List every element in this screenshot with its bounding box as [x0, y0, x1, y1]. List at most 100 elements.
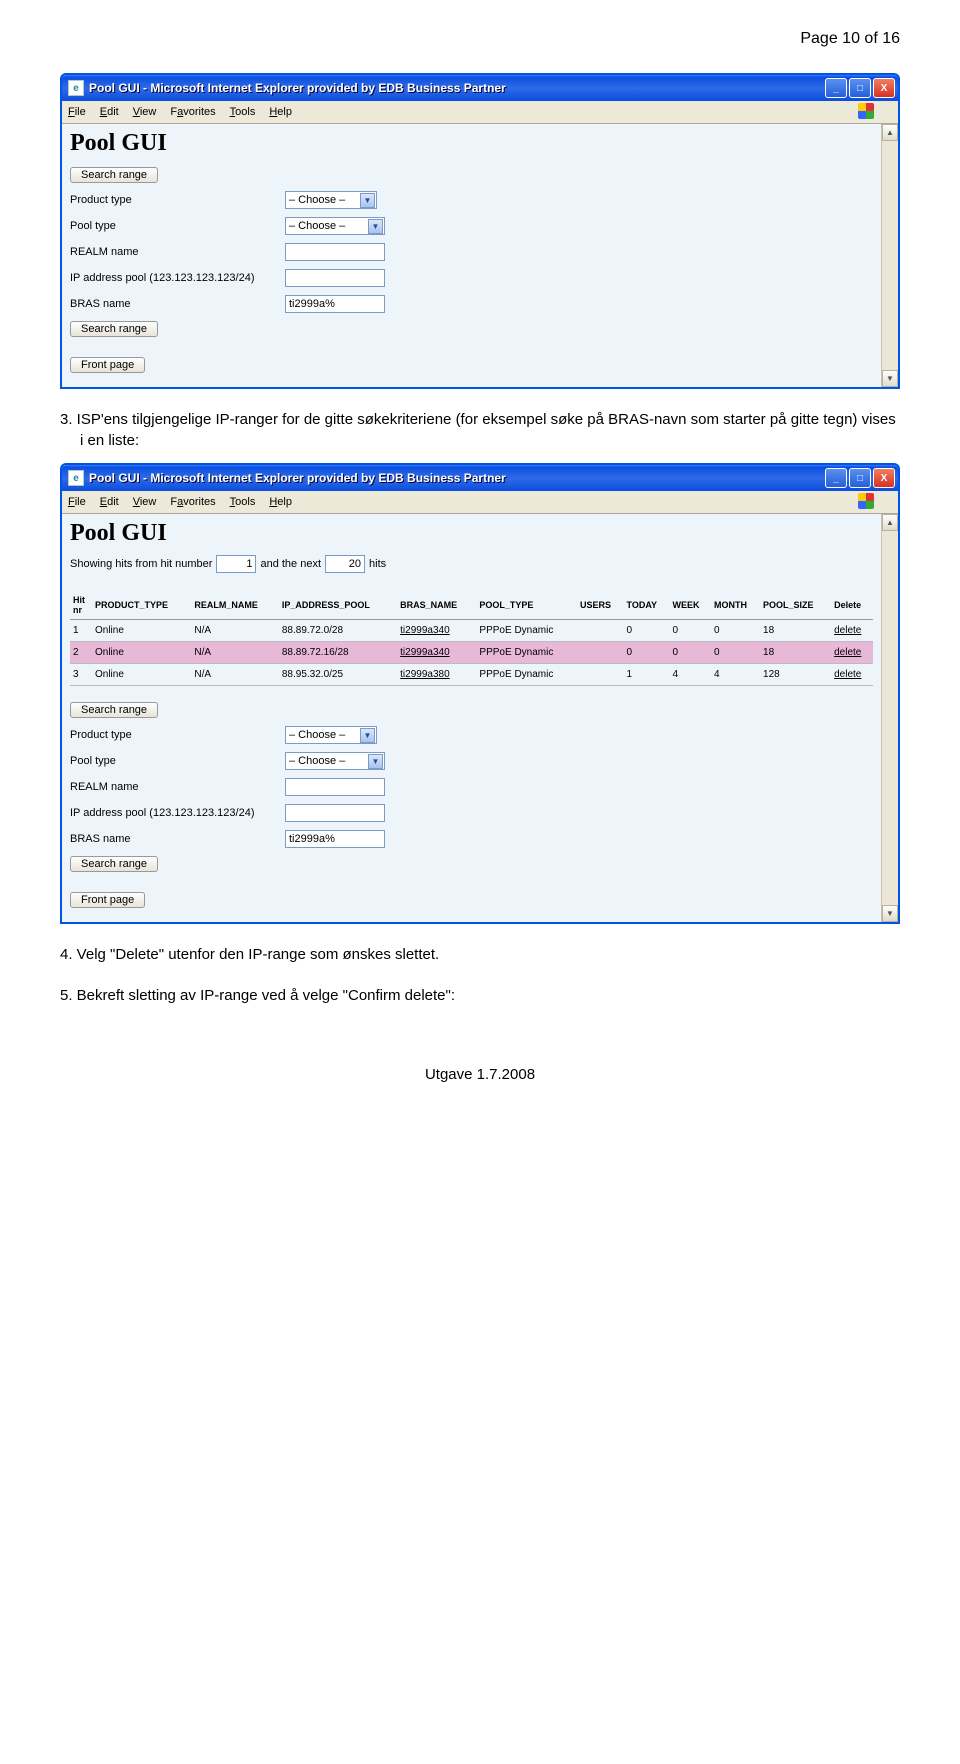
close-button[interactable]: X: [873, 468, 895, 488]
search-range-button-bottom[interactable]: Search range: [70, 321, 158, 337]
label-realm-name: REALM name: [70, 246, 285, 258]
close-button[interactable]: X: [873, 78, 895, 98]
th-hit: Hit nr: [70, 591, 92, 620]
label-pool-type: Pool type: [70, 755, 285, 767]
cell-week: 4: [669, 664, 711, 686]
results-table: Hit nr PRODUCT_TYPE REALM_NAME IP_ADDRES…: [70, 591, 873, 686]
label-bras-name: BRAS name: [70, 298, 285, 310]
table-header-row: Hit nr PRODUCT_TYPE REALM_NAME IP_ADDRES…: [70, 591, 873, 620]
table-row: 1OnlineN/A88.89.72.0/28ti2999a340PPPoE D…: [70, 620, 873, 642]
window-title: Pool GUI - Microsoft Internet Explorer p…: [89, 81, 825, 95]
chevron-down-icon: ▼: [368, 219, 383, 234]
pool-type-select[interactable]: – Choose – ▼: [285, 752, 385, 770]
bras-link[interactable]: ti2999a340: [400, 647, 450, 658]
th-week: WEEK: [669, 591, 711, 620]
cell-pool: 88.89.72.16/28: [279, 642, 397, 664]
cell-bras: ti2999a340: [397, 620, 476, 642]
scroll-up-icon[interactable]: ▲: [882, 514, 898, 531]
hit-from-input[interactable]: 1: [216, 555, 256, 573]
app-title: Pool GUI: [70, 130, 873, 157]
th-size: POOL_SIZE: [760, 591, 831, 620]
cell-hit: 1: [70, 620, 92, 642]
ie-window-results: e Pool GUI - Microsoft Internet Explorer…: [60, 463, 900, 924]
menu-view[interactable]: View: [133, 106, 157, 118]
bras-name-input[interactable]: ti2999a%: [285, 830, 385, 848]
cell-month: 4: [711, 664, 760, 686]
cell-today: 1: [624, 664, 670, 686]
label-pool-type: Pool type: [70, 220, 285, 232]
cell-month: 0: [711, 620, 760, 642]
realm-name-input[interactable]: [285, 778, 385, 796]
th-month: MONTH: [711, 591, 760, 620]
minimize-button[interactable]: _: [825, 78, 847, 98]
bras-name-input[interactable]: ti2999a%: [285, 295, 385, 313]
menu-favorites[interactable]: Favorites: [170, 106, 215, 118]
front-page-button[interactable]: Front page: [70, 357, 145, 373]
delete-link[interactable]: delete: [834, 647, 861, 658]
cell-realm: N/A: [191, 642, 278, 664]
page-footer: Utgave 1.7.2008: [60, 1066, 900, 1083]
cell-bras: ti2999a340: [397, 642, 476, 664]
ie-icon: e: [68, 80, 84, 96]
windows-flag-icon: [858, 103, 878, 121]
cell-hit: 2: [70, 642, 92, 664]
search-range-button-top[interactable]: Search range: [70, 702, 158, 718]
minimize-button[interactable]: _: [825, 468, 847, 488]
maximize-button[interactable]: □: [849, 468, 871, 488]
scroll-down-icon[interactable]: ▼: [882, 905, 898, 922]
cell-bras: ti2999a380: [397, 664, 476, 686]
menu-tools[interactable]: Tools: [230, 106, 256, 118]
cell-users: [577, 620, 624, 642]
product-type-select[interactable]: – Choose – ▼: [285, 191, 377, 209]
paragraph-4: 4. Velg "Delete" utenfor den IP-range so…: [60, 944, 900, 965]
menu-help[interactable]: Help: [269, 106, 292, 118]
chevron-down-icon: ▼: [368, 754, 383, 769]
ie-window-search: e Pool GUI - Microsoft Internet Explorer…: [60, 73, 900, 389]
th-pooltype: POOL_TYPE: [476, 591, 577, 620]
menu-favorites[interactable]: Favorites: [170, 496, 215, 508]
cell-hit: 3: [70, 664, 92, 686]
vertical-scrollbar[interactable]: ▲ ▼: [881, 124, 898, 387]
chevron-down-icon: ▼: [360, 193, 375, 208]
delete-link[interactable]: delete: [834, 625, 861, 636]
cell-product: Online: [92, 664, 191, 686]
label-bras-name: BRAS name: [70, 833, 285, 845]
product-type-value: – Choose –: [289, 729, 345, 741]
menu-tools[interactable]: Tools: [230, 496, 256, 508]
search-range-button-top[interactable]: Search range: [70, 167, 158, 183]
menu-file[interactable]: File: [68, 496, 86, 508]
cell-del: delete: [831, 620, 873, 642]
ip-pool-input[interactable]: [285, 269, 385, 287]
scroll-down-icon[interactable]: ▼: [882, 370, 898, 387]
search-range-button-bottom[interactable]: Search range: [70, 856, 158, 872]
menu-file[interactable]: File: [68, 106, 86, 118]
ie-icon: e: [68, 470, 84, 486]
scroll-up-icon[interactable]: ▲: [882, 124, 898, 141]
pool-type-select[interactable]: – Choose – ▼: [285, 217, 385, 235]
cell-ptype: PPPoE Dynamic: [476, 664, 577, 686]
front-page-button[interactable]: Front page: [70, 892, 145, 908]
cell-today: 0: [624, 620, 670, 642]
th-bras: BRAS_NAME: [397, 591, 476, 620]
cell-pool: 88.95.32.0/25: [279, 664, 397, 686]
menu-edit[interactable]: Edit: [100, 496, 119, 508]
maximize-button[interactable]: □: [849, 78, 871, 98]
delete-link[interactable]: delete: [834, 669, 861, 680]
bras-link[interactable]: ti2999a380: [400, 669, 450, 680]
ip-pool-input[interactable]: [285, 804, 385, 822]
vertical-scrollbar[interactable]: ▲ ▼: [881, 514, 898, 922]
bras-link[interactable]: ti2999a340: [400, 625, 450, 636]
cell-del: delete: [831, 664, 873, 686]
showing-mid: and the next: [260, 558, 321, 570]
cell-del: delete: [831, 642, 873, 664]
cell-month: 0: [711, 642, 760, 664]
th-pool: IP_ADDRESS_POOL: [279, 591, 397, 620]
cell-size: 18: [760, 642, 831, 664]
product-type-select[interactable]: – Choose – ▼: [285, 726, 377, 744]
hit-count-input[interactable]: 20: [325, 555, 365, 573]
menu-help[interactable]: Help: [269, 496, 292, 508]
menu-edit[interactable]: Edit: [100, 106, 119, 118]
realm-name-input[interactable]: [285, 243, 385, 261]
menu-view[interactable]: View: [133, 496, 157, 508]
th-realm: REALM_NAME: [191, 591, 278, 620]
